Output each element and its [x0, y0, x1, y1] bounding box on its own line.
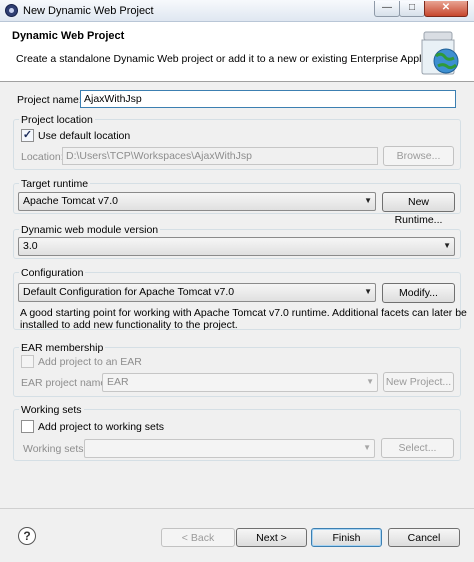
configuration-value: Default Configuration for Apache Tomcat … — [23, 286, 235, 298]
configuration-select[interactable]: Default Configuration for Apache Tomcat … — [18, 283, 376, 302]
browse-button[interactable]: Browse... — [383, 146, 454, 166]
project-name-input[interactable]: AjaxWithJsp — [80, 90, 456, 108]
web-project-jar-icon — [421, 31, 459, 75]
working-sets-title: Working sets — [19, 404, 84, 416]
add-to-ear-checkbox[interactable] — [21, 355, 34, 368]
new-runtime-button[interactable]: New Runtime... — [382, 192, 455, 226]
wizard-footer: ? < Back Next > Finish Cancel — [0, 508, 474, 562]
target-runtime-title: Target runtime — [19, 178, 91, 190]
back-button[interactable]: < Back — [161, 528, 235, 547]
use-default-location-label: Use default location — [38, 130, 131, 142]
minimize-button[interactable]: — — [374, 1, 400, 17]
module-version-title: Dynamic web module version — [19, 224, 161, 236]
wizard-body: Project name: AjaxWithJsp Project locati… — [0, 82, 474, 508]
project-location-title: Project location — [19, 114, 95, 126]
select-working-sets-button[interactable]: Select... — [381, 438, 454, 458]
ear-project-value: EAR — [107, 376, 129, 388]
configuration-title: Configuration — [19, 267, 86, 279]
project-name-label: Project name: — [17, 94, 82, 106]
target-runtime-value: Apache Tomcat v7.0 — [23, 195, 118, 207]
working-sets-select[interactable]: ▼ — [84, 439, 375, 458]
modify-button[interactable]: Modify... — [382, 283, 455, 303]
finish-button[interactable]: Finish — [311, 528, 382, 547]
configuration-description-line1: A good starting point for working with A… — [20, 307, 467, 319]
configuration-description-line2: installed to add new functionality to th… — [20, 319, 238, 331]
dropdown-arrow-icon: ▼ — [366, 377, 374, 386]
maximize-button[interactable]: □ — [399, 1, 425, 17]
eclipse-icon — [5, 4, 18, 17]
dropdown-arrow-icon: ▼ — [363, 443, 371, 452]
location-label: Location: — [21, 151, 64, 163]
new-ear-project-button[interactable]: New Project... — [383, 372, 454, 392]
ear-project-select[interactable]: EAR ▼ — [102, 373, 378, 392]
dropdown-arrow-icon: ▼ — [364, 196, 372, 205]
next-button[interactable]: Next > — [236, 528, 307, 547]
dropdown-arrow-icon: ▼ — [443, 241, 451, 250]
ear-membership-title: EAR membership — [19, 342, 106, 354]
use-default-location-checkbox[interactable]: ✓ — [21, 129, 34, 142]
add-to-ear-label: Add project to an EAR — [38, 356, 142, 368]
working-sets-label: Working sets: — [23, 443, 87, 455]
module-version-value: 3.0 — [23, 240, 38, 252]
banner-description: Create a standalone Dynamic Web project … — [16, 53, 455, 65]
location-input[interactable]: D:\Users\TCP\Workspaces\AjaxWithJsp — [62, 147, 378, 165]
module-version-select[interactable]: 3.0 ▼ — [18, 237, 455, 256]
close-button[interactable]: ✕ — [424, 1, 468, 17]
banner-title: Dynamic Web Project — [12, 30, 125, 42]
wizard-banner: Dynamic Web Project Create a standalone … — [0, 22, 474, 82]
window-titlebar: New Dynamic Web Project — □ ✕ — [0, 0, 474, 22]
ear-project-name-label: EAR project name: — [21, 377, 110, 389]
target-runtime-select[interactable]: Apache Tomcat v7.0 ▼ — [18, 192, 376, 211]
cancel-button[interactable]: Cancel — [388, 528, 460, 547]
window-title: New Dynamic Web Project — [23, 5, 154, 17]
add-to-working-sets-label: Add project to working sets — [38, 421, 165, 433]
add-to-working-sets-checkbox[interactable] — [21, 420, 34, 433]
dropdown-arrow-icon: ▼ — [364, 287, 372, 296]
help-icon[interactable]: ? — [18, 527, 36, 545]
